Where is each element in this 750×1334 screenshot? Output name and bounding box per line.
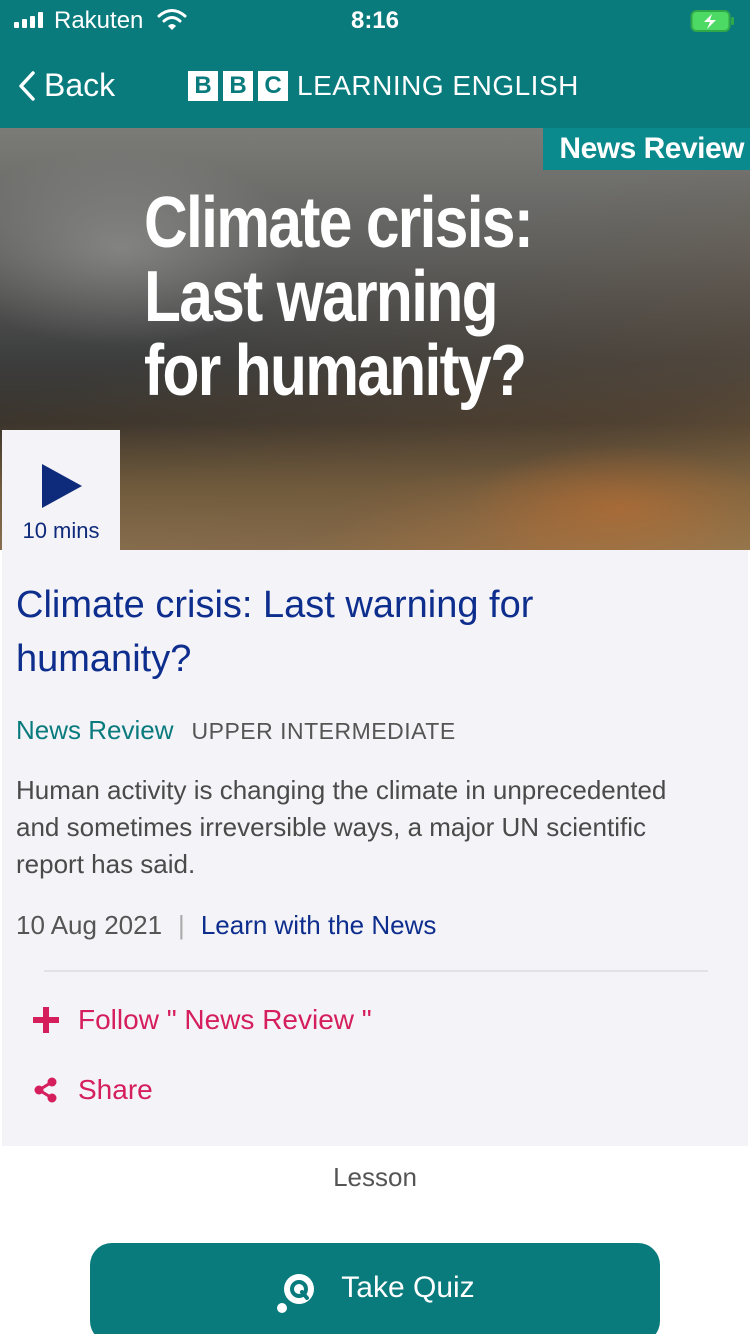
series-link[interactable]: News Review xyxy=(16,715,174,746)
status-bar: Rakuten 8:16 xyxy=(0,0,750,42)
article-title: Climate crisis: Last warning for humanit… xyxy=(16,584,534,680)
follow-button[interactable]: Follow " News Review " xyxy=(32,1004,372,1036)
plus-icon xyxy=(33,1007,59,1033)
collection-link[interactable]: Learn with the News xyxy=(201,910,437,941)
play-icon[interactable] xyxy=(42,464,82,508)
logo-letter: B xyxy=(223,71,253,101)
status-time: 8:16 xyxy=(350,7,400,34)
play-button[interactable]: 10 mins xyxy=(2,430,120,550)
divider xyxy=(44,970,708,972)
logo-letter: B xyxy=(188,71,218,101)
top-bar: Rakuten 8:16 Back B B C LEARNING ENGLISH xyxy=(0,0,750,128)
back-label: Back xyxy=(44,67,116,103)
logo-letter: C xyxy=(258,71,288,101)
logo-text: LEARNING ENGLISH xyxy=(297,70,579,101)
follow-label: Follow " News Review " xyxy=(78,1004,372,1035)
publish-date: 10 Aug 2021 xyxy=(16,910,163,940)
article-meta: News Review UPPER INTERMEDIATE xyxy=(16,715,456,746)
navigation-bar: Back B B C LEARNING ENGLISH xyxy=(0,52,750,118)
dateline: 10 Aug 2021 | Learn with the News xyxy=(16,910,436,941)
chevron-left-icon xyxy=(19,70,35,101)
article-description: Human activity is changing the climate i… xyxy=(16,775,667,879)
share-label: Share xyxy=(78,1074,153,1105)
level-badge: UPPER INTERMEDIATE xyxy=(191,718,456,744)
take-quiz-label: Take Quiz xyxy=(341,1271,475,1304)
duration-label: 10 mins xyxy=(22,518,100,543)
article-details: Climate crisis: Last warning for humanit… xyxy=(2,550,748,1146)
back-button[interactable]: Back xyxy=(18,67,115,104)
share-icon xyxy=(34,1077,57,1103)
hero-series-tag: News Review xyxy=(543,128,750,170)
lesson-label: Lesson xyxy=(333,1162,417,1192)
separator: | xyxy=(178,910,185,940)
take-quiz-button[interactable]: Take Quiz xyxy=(90,1243,660,1334)
bbc-learning-english-logo: B B C LEARNING ENGLISH xyxy=(188,70,579,102)
share-button[interactable]: Share xyxy=(32,1074,153,1106)
battery-charging-icon xyxy=(690,9,736,38)
quiz-icon xyxy=(275,1271,319,1315)
hero-headline: Climate crisis: Last warning for humanit… xyxy=(144,183,534,411)
